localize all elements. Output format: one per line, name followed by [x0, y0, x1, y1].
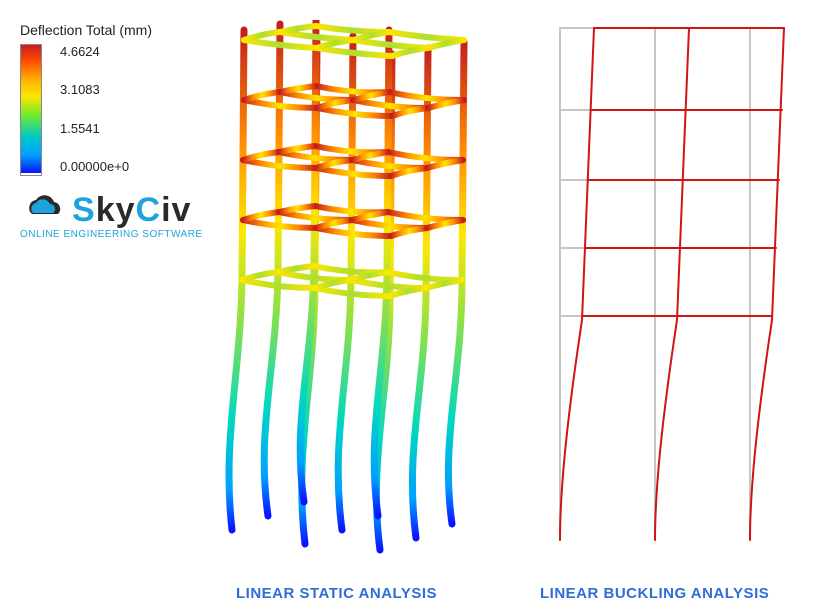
- legend-tick-labels: 4.6624 3.1083 1.5541 0.00000e+0: [60, 44, 129, 174]
- brand-logo: SkyCiv ONLINE ENGINEERING SOFTWARE: [20, 190, 203, 240]
- linear-buckling-visualization: [510, 20, 800, 560]
- caption-linear-buckling: LINEAR BUCKLING ANALYSIS: [540, 585, 769, 602]
- linear-static-visualization: [210, 20, 480, 560]
- tick-max: 4.6624: [60, 44, 129, 59]
- brand-name: SkyCiv: [72, 191, 191, 230]
- caption-linear-static: LINEAR STATIC ANALYSIS: [236, 585, 437, 602]
- tick-2: 1.5541: [60, 121, 129, 136]
- legend-title: Deflection Total (mm): [20, 22, 152, 38]
- brand-tagline: ONLINE ENGINEERING SOFTWARE: [20, 229, 203, 240]
- tick-3: 3.1083: [60, 82, 129, 97]
- tick-min: 0.00000e+0: [60, 159, 129, 174]
- cloud-icon: [20, 190, 66, 231]
- colorbar-legend: Deflection Total (mm): [20, 22, 152, 176]
- colorbar: [20, 44, 42, 176]
- legend-body: 4.6624 3.1083 1.5541 0.00000e+0: [20, 44, 152, 176]
- brand-row: SkyCiv: [20, 190, 203, 231]
